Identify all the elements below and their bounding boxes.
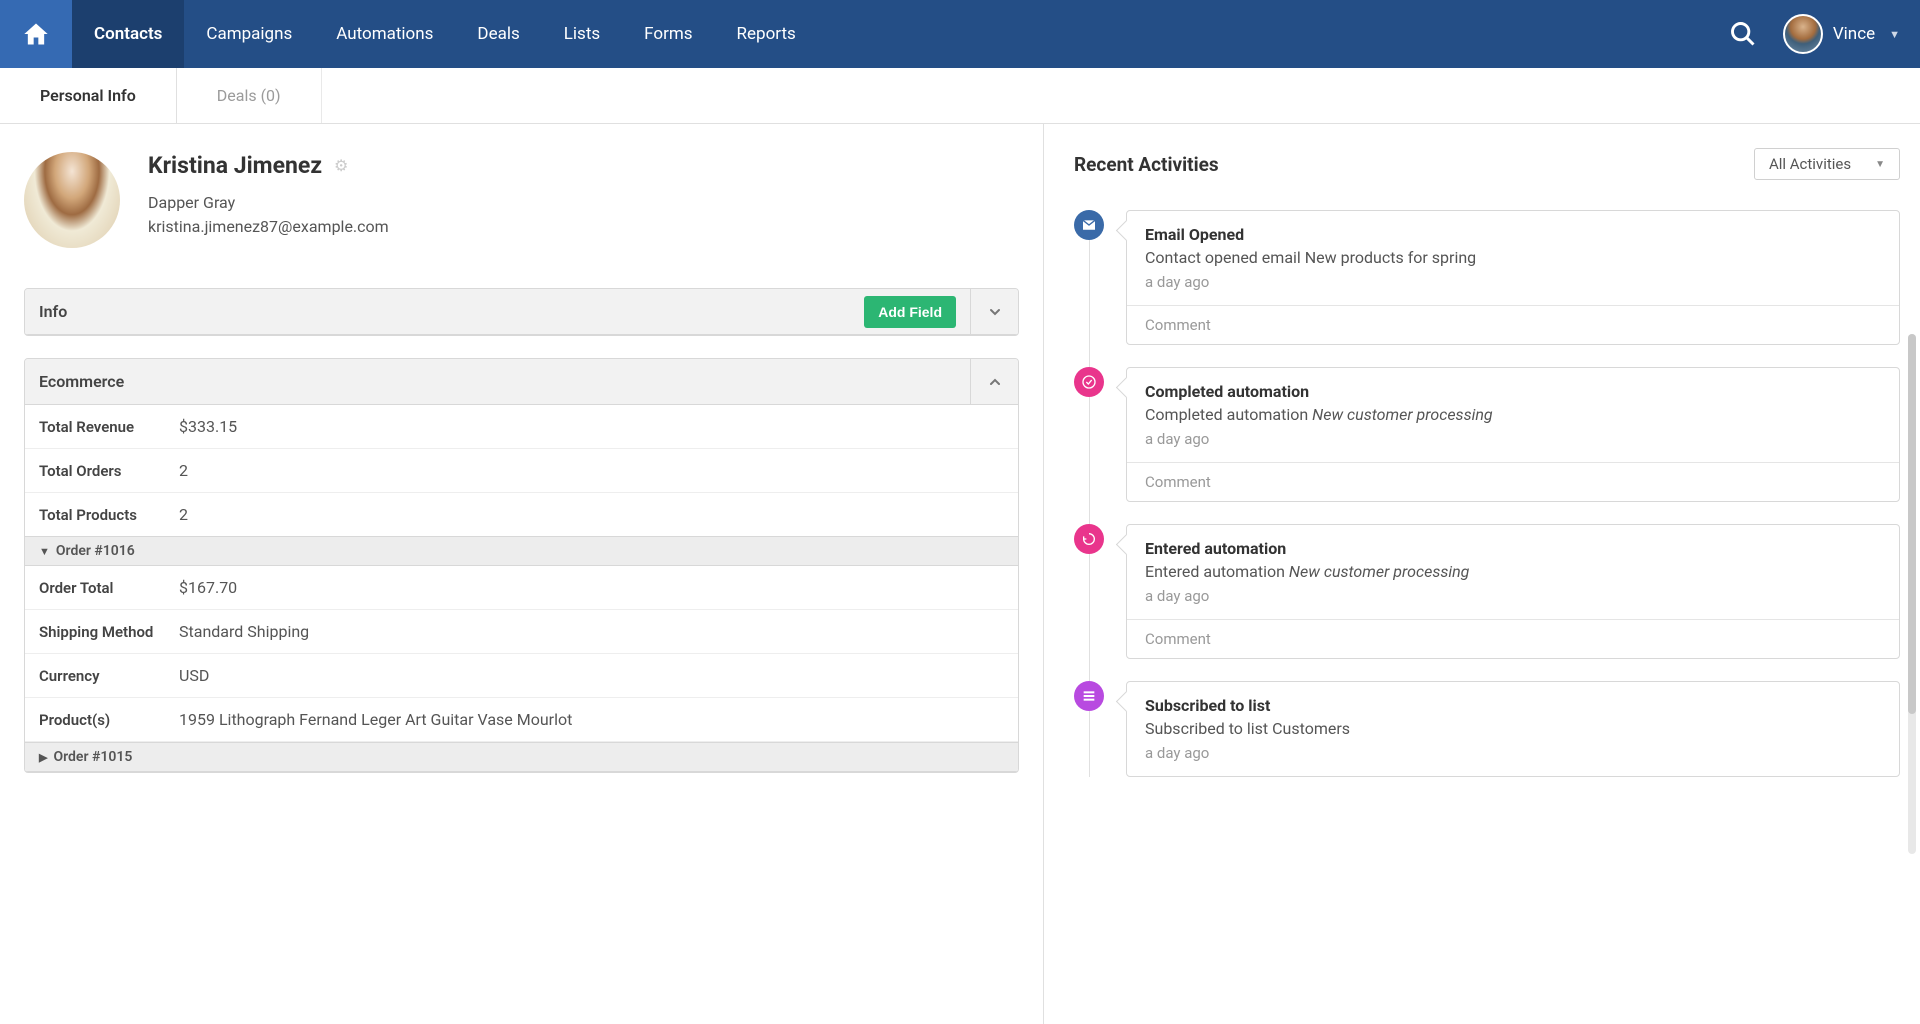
automation-enter-icon <box>1074 524 1104 554</box>
row-value: $333.15 <box>179 417 237 436</box>
activity-description: Contact opened email New products for sp… <box>1145 248 1881 267</box>
home-button[interactable] <box>0 0 72 68</box>
activity-card: Email Opened Contact opened email New pro… <box>1126 210 1900 345</box>
contact-tabs: Personal InfoDeals (0) <box>0 68 1920 124</box>
row-label: Order Total <box>39 579 179 597</box>
automation-done-icon <box>1074 367 1104 397</box>
nav-contacts[interactable]: Contacts <box>72 0 184 68</box>
row-label: Total Products <box>39 506 179 524</box>
order-row: Order Total$167.70 <box>25 566 1018 610</box>
activity-card: Entered automation Entered automation New… <box>1126 524 1900 659</box>
activity-description: Entered automation New customer processi… <box>1145 562 1881 581</box>
activity-title: Subscribed to list <box>1145 696 1881 715</box>
row-value: 2 <box>179 461 188 480</box>
chevron-up-icon <box>987 374 1003 390</box>
activity-card: Subscribed to list Subscribed to list Cus… <box>1126 681 1900 777</box>
user-name: Vince <box>1833 24 1875 44</box>
search-button[interactable] <box>1715 0 1771 68</box>
row-label: Product(s) <box>39 711 179 729</box>
user-menu[interactable]: Vince ▼ <box>1771 0 1920 68</box>
contact-email: kristina.jimenez87@example.com <box>148 215 389 239</box>
ecommerce-panel: Ecommerce Total Revenue$333.15Total Orde… <box>24 358 1019 773</box>
order-title: Order #1015 <box>53 749 132 765</box>
home-icon <box>22 20 50 48</box>
row-value: 2 <box>179 505 188 524</box>
nav-deals[interactable]: Deals <box>455 0 541 68</box>
row-value: Standard Shipping <box>179 622 309 641</box>
activity-item: Entered automation Entered automation New… <box>1126 524 1900 659</box>
chevron-down-icon: ▼ <box>1889 28 1900 41</box>
tab-deals-0-[interactable]: Deals (0) <box>177 68 322 123</box>
activity-title: Email Opened <box>1145 225 1881 244</box>
search-icon <box>1729 20 1757 48</box>
row-value: USD <box>179 666 209 685</box>
recent-activities-title: Recent Activities <box>1074 153 1219 176</box>
activity-time: a day ago <box>1145 273 1881 291</box>
nav-campaigns[interactable]: Campaigns <box>184 0 314 68</box>
activity-title: Completed automation <box>1145 382 1881 401</box>
activity-card: Completed automation Completed automation… <box>1126 367 1900 502</box>
nav-lists[interactable]: Lists <box>542 0 622 68</box>
activity-item: Email Opened Contact opened email New pro… <box>1126 210 1900 345</box>
ecommerce-row: Total Revenue$333.15 <box>25 405 1018 449</box>
contact-avatar <box>24 152 120 248</box>
top-nav: ContactsCampaignsAutomationsDealsListsFo… <box>0 0 1920 68</box>
triangle-right-icon: ▶ <box>39 751 47 764</box>
nav-reports[interactable]: Reports <box>715 0 818 68</box>
caret-down-icon: ▼ <box>1875 159 1885 170</box>
nav-automations[interactable]: Automations <box>314 0 455 68</box>
activity-time: a day ago <box>1145 587 1881 605</box>
activity-title: Entered automation <box>1145 539 1881 558</box>
order-row: CurrencyUSD <box>25 654 1018 698</box>
info-panel: Info Add Field <box>24 288 1019 336</box>
activity-filter-dropdown[interactable]: All Activities ▼ <box>1754 148 1900 180</box>
user-avatar <box>1783 14 1823 54</box>
row-label: Total Revenue <box>39 418 179 436</box>
activity-item: Subscribed to list Subscribed to list Cus… <box>1126 681 1900 777</box>
triangle-down-icon: ▼ <box>39 545 50 558</box>
scrollbar[interactable] <box>1908 334 1916 854</box>
comment-button[interactable]: Comment <box>1127 462 1899 501</box>
row-value: $167.70 <box>179 578 237 597</box>
contact-profile: Kristina Jimenez ⚙ Dapper Gray kristina.… <box>24 152 1019 248</box>
comment-button[interactable]: Comment <box>1127 619 1899 658</box>
nav-links: ContactsCampaignsAutomationsDealsListsFo… <box>72 0 818 68</box>
gear-icon[interactable]: ⚙ <box>334 156 348 175</box>
ecommerce-panel-toggle[interactable] <box>970 359 1018 405</box>
activity-item: Completed automation Completed automation… <box>1126 367 1900 502</box>
order-row: Shipping MethodStandard Shipping <box>25 610 1018 654</box>
chevron-down-icon <box>987 304 1003 320</box>
order-title: Order #1016 <box>56 543 135 559</box>
add-field-button[interactable]: Add Field <box>864 296 956 328</box>
row-label: Shipping Method <box>39 623 179 641</box>
row-label: Currency <box>39 667 179 685</box>
email-icon <box>1074 210 1104 240</box>
activity-time: a day ago <box>1145 430 1881 448</box>
nav-forms[interactable]: Forms <box>622 0 714 68</box>
comment-button[interactable]: Comment <box>1127 305 1899 344</box>
order-row: Product(s)1959 Lithograph Fernand Leger … <box>25 698 1018 742</box>
info-panel-toggle[interactable] <box>970 289 1018 335</box>
activity-timeline: Email Opened Contact opened email New pro… <box>1074 210 1900 777</box>
activity-time: a day ago <box>1145 744 1881 762</box>
activity-filter-label: All Activities <box>1769 155 1851 173</box>
order-header[interactable]: ▶ Order #1015 <box>25 742 1018 772</box>
tab-personal-info[interactable]: Personal Info <box>0 68 177 123</box>
ecommerce-row: Total Orders2 <box>25 449 1018 493</box>
list-icon <box>1074 681 1104 711</box>
row-label: Total Orders <box>39 462 179 480</box>
activity-description: Completed automation New customer proces… <box>1145 405 1881 424</box>
ecommerce-panel-title: Ecommerce <box>39 372 970 391</box>
ecommerce-row: Total Products2 <box>25 493 1018 536</box>
contact-company: Dapper Gray <box>148 191 389 215</box>
activity-description: Subscribed to list Customers <box>1145 719 1881 738</box>
order-header[interactable]: ▼ Order #1016 <box>25 536 1018 566</box>
row-value: 1959 Lithograph Fernand Leger Art Guitar… <box>179 710 572 729</box>
contact-name: Kristina Jimenez <box>148 152 322 179</box>
info-panel-title: Info <box>39 302 864 321</box>
